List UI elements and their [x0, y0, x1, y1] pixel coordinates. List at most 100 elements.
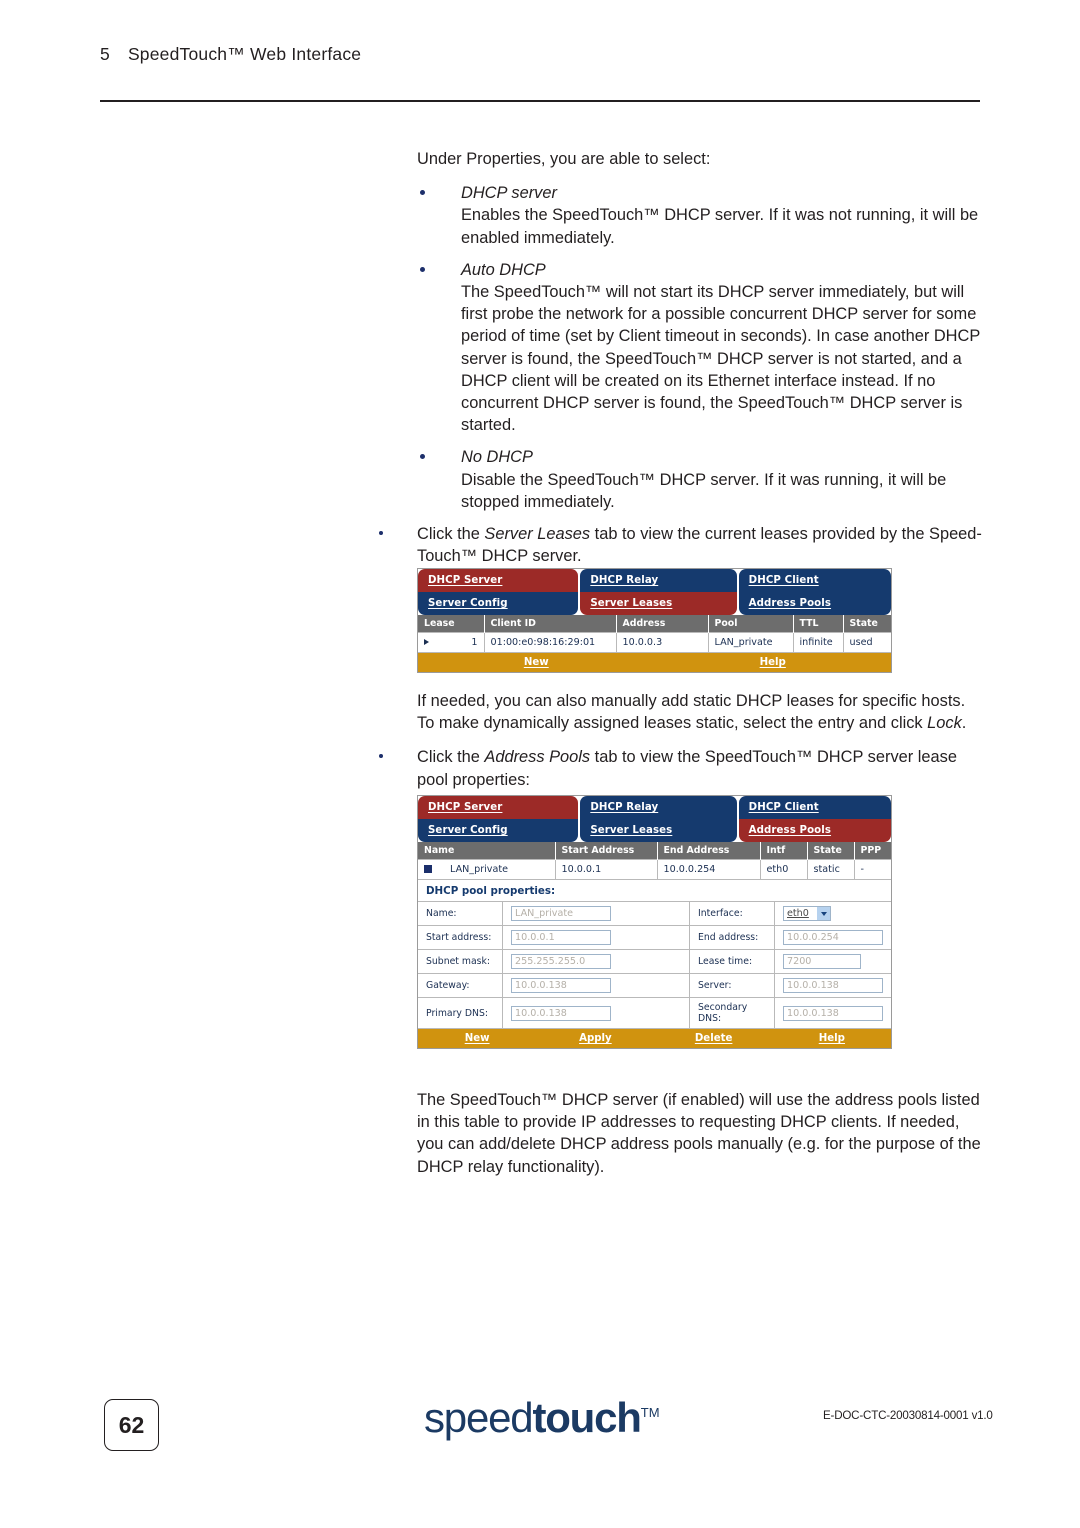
pools-action-bar: New Apply Delete Help	[418, 1028, 891, 1048]
help-button[interactable]: Help	[773, 1033, 891, 1044]
step-text-emphasis: Address Pools	[484, 748, 591, 767]
name-input[interactable]	[511, 906, 611, 921]
bullet-dot-icon	[379, 531, 383, 536]
option-no-dhcp: No DHCP Disable the SpeedTouch™ DHCP ser…	[417, 446, 982, 513]
note-emphasis: Lock	[927, 714, 962, 733]
pool-properties-form: Name: Interface: eth0 Start address: End…	[418, 901, 891, 1028]
field-interface-cell: eth0	[774, 901, 891, 926]
cell-pool: LAN_private	[708, 632, 794, 652]
tab-server-config[interactable]: Server Config	[418, 819, 579, 842]
field-server-cell	[774, 973, 891, 998]
bullet-dot-icon	[420, 266, 425, 272]
start-address-input[interactable]	[511, 930, 611, 945]
chapter-title: SpeedTouch™ Web Interface	[127, 44, 362, 64]
tab-server-leases[interactable]: Server Leases	[580, 592, 737, 615]
body-content-closing: The SpeedTouch™ DHCP server (if enabled)…	[417, 1089, 982, 1190]
option-description: Enables the SpeedTouch™ DHCP server. If …	[461, 206, 979, 247]
address-pools-panel: DHCP Server DHCP Relay DHCP Client Serve…	[417, 795, 892, 1049]
leases-table: Lease Client ID Address Pool TTL State 1…	[418, 615, 891, 652]
chapter-number: 5	[100, 44, 110, 64]
end-address-input[interactable]	[783, 930, 883, 945]
interface-select[interactable]: eth0	[783, 906, 831, 921]
tab-dhcp-client[interactable]: DHCP Client	[738, 796, 891, 819]
option-term: DHCP server	[461, 184, 557, 203]
step-click-address-pools: Click the Address Pools tab to view the …	[373, 746, 982, 790]
body-content: Under Properties, you are able to select…	[379, 148, 982, 577]
col-start-address: Start Address	[555, 842, 658, 860]
row-selected-square-icon[interactable]	[424, 865, 432, 873]
page-number: 62	[118, 1411, 145, 1438]
server-input[interactable]	[783, 978, 883, 993]
cell-pool-name[interactable]: LAN_private	[418, 859, 556, 879]
tab-server-leases[interactable]: Server Leases	[580, 819, 737, 842]
closing-paragraph: The SpeedTouch™ DHCP server (if enabled)…	[417, 1091, 981, 1176]
step-text-pre: Click the	[417, 748, 485, 767]
cell-end-address: 10.0.0.254	[657, 859, 761, 879]
field-gateway-cell	[502, 973, 690, 998]
label-end-address: End address:	[689, 925, 775, 950]
form-row-subnet-lease: Subnet mask: Lease time:	[418, 949, 891, 974]
bullet-dot-icon	[379, 754, 383, 759]
option-dhcp-server: DHCP server Enables the SpeedTouch™ DHCP…	[417, 182, 982, 249]
col-intf: Intf	[760, 842, 808, 860]
cell-ppp: -	[854, 859, 891, 879]
delete-button[interactable]: Delete	[655, 1033, 773, 1044]
tab-dhcp-relay[interactable]: DHCP Relay	[580, 569, 737, 592]
field-subnet-cell	[502, 949, 690, 974]
col-ppp: PPP	[854, 842, 891, 860]
tab-address-pools[interactable]: Address Pools	[738, 819, 891, 842]
option-term: No DHCP	[461, 448, 533, 467]
label-subnet-mask: Subnet mask:	[418, 949, 503, 974]
field-lease-cell	[774, 949, 891, 974]
option-description: The SpeedTouch™ will not start its DHCP …	[461, 283, 980, 435]
bullet-dot-icon	[420, 454, 425, 460]
form-row-dns: Primary DNS: Secondary DNS:	[418, 997, 891, 1028]
tab-server-config[interactable]: Server Config	[418, 592, 579, 615]
new-button[interactable]: New	[418, 1033, 536, 1044]
logo-trademark: TM	[640, 1405, 660, 1420]
apply-button[interactable]: Apply	[536, 1033, 654, 1044]
intro-paragraph: Under Properties, you are able to select…	[417, 150, 711, 168]
label-start-address: Start address:	[418, 925, 503, 950]
tab-dhcp-server[interactable]: DHCP Server	[418, 796, 579, 819]
chevron-down-icon[interactable]	[817, 907, 830, 920]
running-header: 5 SpeedTouch™ Web Interface	[100, 44, 361, 65]
label-name: Name:	[418, 901, 503, 926]
speedtouch-logo: speedtouchTM	[424, 1394, 660, 1442]
row-selector-triangle-icon[interactable]	[424, 639, 429, 645]
leases-header-row: Lease Client ID Address Pool TTL State	[418, 615, 891, 633]
tab-dhcp-server[interactable]: DHCP Server	[418, 569, 579, 592]
tab-dhcp-relay[interactable]: DHCP Relay	[580, 796, 737, 819]
bullet-dot-icon	[420, 190, 425, 196]
table-row[interactable]: 1 01:00:e0:98:16:29:01 10.0.0.3 LAN_priv…	[418, 632, 891, 652]
step-text-pre: Click the	[417, 525, 485, 544]
option-term: Auto DHCP	[461, 260, 546, 279]
cell-lease[interactable]: 1	[418, 632, 485, 652]
secondary-dns-input[interactable]	[783, 1005, 883, 1021]
col-address: Address	[616, 615, 709, 633]
cell-state: used	[843, 632, 891, 652]
tab-address-pools[interactable]: Address Pools	[738, 592, 891, 615]
label-interface: Interface:	[689, 901, 775, 926]
option-description: Disable the SpeedTouch™ DHCP server. If …	[461, 470, 947, 511]
help-button[interactable]: Help	[655, 657, 892, 668]
col-state: State	[807, 842, 855, 860]
field-name-cell	[502, 901, 690, 926]
gateway-input[interactable]	[511, 978, 611, 993]
col-end-address: End Address	[657, 842, 761, 860]
tab-dhcp-client[interactable]: DHCP Client	[738, 569, 891, 592]
note-post: .	[961, 714, 967, 733]
lease-time-input[interactable]	[783, 954, 861, 969]
secondary-tab-row: Server Config Server Leases Address Pool…	[418, 592, 891, 615]
form-row-start-end: Start address: End address:	[418, 925, 891, 950]
logo-bold-part: touch	[532, 1394, 642, 1441]
cell-intf: eth0	[760, 859, 808, 879]
table-row[interactable]: LAN_private 10.0.0.1 10.0.0.254 eth0 sta…	[418, 859, 891, 879]
new-button[interactable]: New	[418, 657, 655, 668]
primary-dns-input[interactable]	[511, 1005, 611, 1021]
body-content-middle: If needed, you can also manually add sta…	[379, 690, 982, 801]
label-secondary-dns: Secondary DNS:	[689, 997, 775, 1028]
subnet-mask-input[interactable]	[511, 954, 611, 969]
cell-state: static	[807, 859, 855, 879]
interface-selected-value: eth0	[787, 908, 809, 919]
